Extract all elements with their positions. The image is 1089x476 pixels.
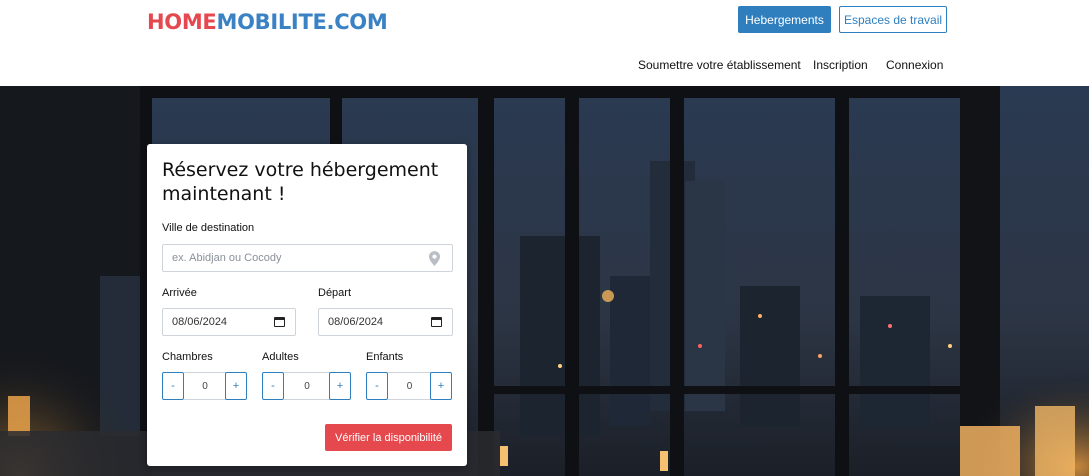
children-plus-button[interactable]: + (430, 372, 452, 400)
departure-label: Départ (318, 287, 352, 299)
children-stepper: - 0 + (366, 372, 453, 400)
rooms-minus-button[interactable]: - (162, 372, 184, 400)
site-header: HOMEMOBILITE.COM Hebergements Espaces de… (0, 0, 1089, 86)
calendar-icon[interactable] (431, 317, 442, 327)
verify-availability-button[interactable]: Vérifier la disponibilité (325, 424, 452, 451)
booking-card: Réservez votre hébergement maintenant ! … (147, 144, 467, 466)
nav-soumettre[interactable]: Soumettre votre établissement (638, 58, 801, 72)
children-label: Enfants (366, 351, 404, 363)
rooms-stepper: - 0 + (162, 372, 248, 400)
arrival-label: Arrivée (162, 287, 197, 299)
logo-mobilite: MOBILITE.COM (216, 10, 388, 34)
children-value[interactable]: 0 (388, 372, 431, 400)
destination-placeholder: ex. Abidjan ou Cocody (172, 252, 282, 264)
adults-value[interactable]: 0 (284, 372, 330, 400)
espaces-de-travail-button[interactable]: Espaces de travail (839, 6, 947, 33)
nav-connexion[interactable]: Connexion (886, 58, 943, 72)
map-pin-icon (429, 251, 440, 269)
logo-home: HOME (147, 10, 217, 34)
rooms-label: Chambres (162, 351, 213, 363)
destination-label: Ville de destination (162, 222, 255, 234)
hebergements-button[interactable]: Hebergements (738, 6, 831, 33)
rooms-plus-button[interactable]: + (225, 372, 247, 400)
booking-title-line1: Réservez votre hébergement (162, 159, 439, 181)
departure-date-input[interactable]: 08/06/2024 (318, 308, 453, 336)
adults-plus-button[interactable]: + (329, 372, 351, 400)
arrival-date-input[interactable]: 08/06/2024 (162, 308, 296, 336)
departure-date-value: 08/06/2024 (328, 316, 384, 328)
calendar-icon[interactable] (274, 317, 285, 327)
children-minus-button[interactable]: - (366, 372, 388, 400)
rooms-value[interactable]: 0 (184, 372, 226, 400)
adults-stepper: - 0 + (262, 372, 352, 400)
booking-title: Réservez votre hébergement maintenant ! (162, 158, 452, 206)
adults-label: Adultes (262, 351, 299, 363)
booking-title-line2: maintenant ! (162, 183, 286, 205)
site-logo[interactable]: HOMEMOBILITE.COM (147, 10, 388, 34)
nav-inscription[interactable]: Inscription (813, 58, 868, 72)
arrival-date-value: 08/06/2024 (172, 316, 228, 328)
destination-input[interactable]: ex. Abidjan ou Cocody (162, 244, 453, 272)
adults-minus-button[interactable]: - (262, 372, 284, 400)
